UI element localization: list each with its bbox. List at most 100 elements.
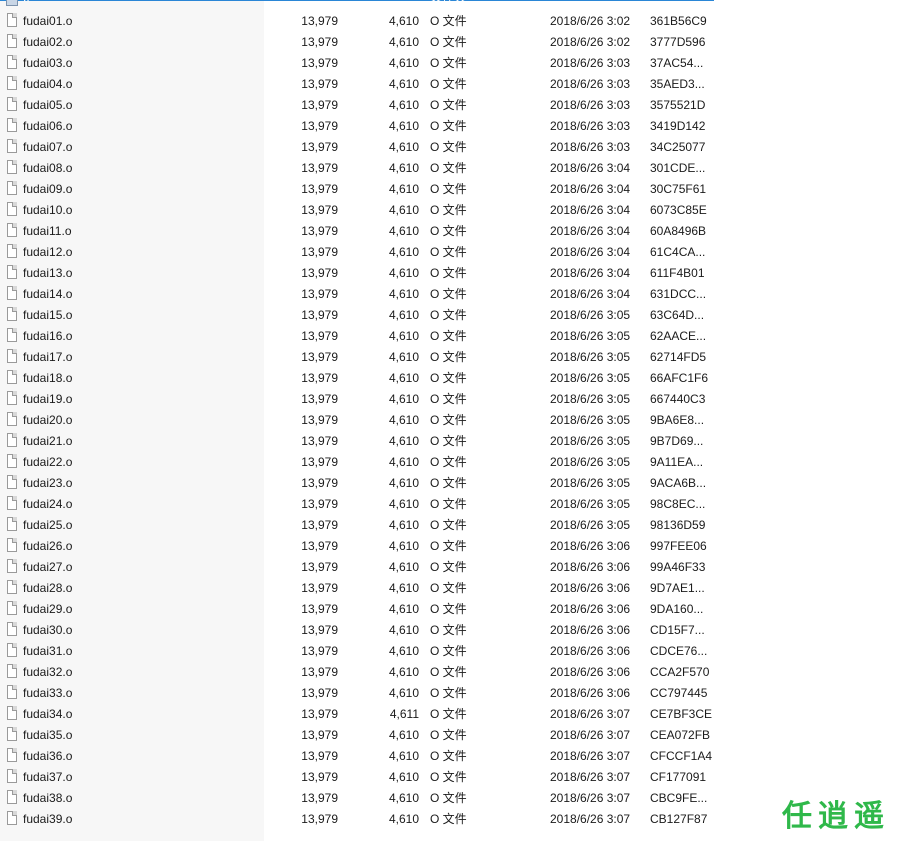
file-row[interactable]: fudai19.o 13,979 4,610 O 文件 2018/6/26 3:05 66…: [0, 389, 902, 410]
file-packed-size: 4,610: [388, 35, 419, 49]
file-row[interactable]: fudai09.o 13,979 4,610 O 文件 2018/6/26 3:04 30…: [0, 179, 902, 200]
file-row[interactable]: fudai31.o 13,979 4,610 O 文件 2018/6/26 3:06 CD…: [0, 641, 902, 662]
file-name: fudai29.o: [23, 602, 73, 616]
file-type: O 文件: [430, 140, 467, 154]
file-row[interactable]: fudai16.o 13,979 4,610 O 文件 2018/6/26 3:05 62…: [0, 326, 902, 347]
file-row[interactable]: fudai03.o 13,979 4,610 O 文件 2018/6/26 3:03 37…: [0, 53, 902, 74]
file-packed-size: 4,610: [388, 539, 419, 553]
file-packed-size: 4,610: [388, 476, 419, 490]
file-type: O 文件: [430, 602, 467, 616]
file-icon: [7, 328, 17, 342]
file-icon: [7, 412, 17, 426]
file-crc: 3575521D: [650, 98, 706, 112]
file-type: O 文件: [430, 98, 467, 112]
file-crc: 9A11EA...: [650, 455, 704, 469]
file-size: 13,979: [301, 119, 338, 133]
file-size: 13,979: [301, 770, 338, 784]
file-row[interactable]: fudai33.o 13,979 4,610 O 文件 2018/6/26 3:06 CC…: [0, 683, 902, 704]
file-name: fudai21.o: [23, 434, 73, 448]
file-row[interactable]: fudai39.o 13,979 4,610 O 文件 2018/6/26 3:07 CB…: [0, 809, 902, 830]
file-packed-size: 4,610: [388, 560, 419, 574]
file-size: 13,979: [301, 518, 338, 532]
file-name: fudai07.o: [23, 140, 73, 154]
file-crc: 9ACA6B...: [650, 476, 707, 490]
file-size: 13,979: [301, 14, 338, 28]
file-row[interactable]: fudai18.o 13,979 4,610 O 文件 2018/6/26 3:05 66…: [0, 368, 902, 389]
file-size: 13,979: [301, 644, 338, 658]
file-row[interactable]: fudai08.o 13,979 4,610 O 文件 2018/6/26 3:04 30…: [0, 158, 902, 179]
file-row[interactable]: fudai36.o 13,979 4,610 O 文件 2018/6/26 3:07 CF…: [0, 746, 902, 767]
file-size: 13,979: [301, 35, 338, 49]
file-icon: [7, 433, 17, 447]
file-row[interactable]: fudai26.o 13,979 4,610 O 文件 2018/6/26 3:06 99…: [0, 536, 902, 557]
file-icon: [7, 202, 17, 216]
file-row[interactable]: fudai13.o 13,979 4,610 O 文件 2018/6/26 3:04 61…: [0, 263, 902, 284]
file-row[interactable]: fudai21.o 13,979 4,610 O 文件 2018/6/26 3:05 9B…: [0, 431, 902, 452]
file-name: fudai36.o: [23, 749, 73, 763]
file-row[interactable]: fudai25.o 13,979 4,610 O 文件 2018/6/26 3:05 98…: [0, 515, 902, 536]
file-row[interactable]: fudai37.o 13,979 4,610 O 文件 2018/6/26 3:07 CF…: [0, 767, 902, 788]
file-size: 13,979: [301, 203, 338, 217]
file-row[interactable]: fudai20.o 13,979 4,610 O 文件 2018/6/26 3:05 9B…: [0, 410, 902, 431]
file-row[interactable]: fudai38.o 13,979 4,610 O 文件 2018/6/26 3:07 CB…: [0, 788, 902, 809]
file-name: fudai08.o: [23, 161, 73, 175]
file-row[interactable]: fudai28.o 13,979 4,610 O 文件 2018/6/26 3:06 9D…: [0, 578, 902, 599]
file-modified: 2018/6/26 3:03: [550, 98, 631, 112]
file-row[interactable]: fudai23.o 13,979 4,610 O 文件 2018/6/26 3:05 9A…: [0, 473, 902, 494]
file-list: .. 文件夹 fudai01.o 13,979 4,610 O 文件 2018/6/26…: [0, 0, 902, 841]
file-row[interactable]: fudai17.o 13,979 4,610 O 文件 2018/6/26 3:05 62…: [0, 347, 902, 368]
file-packed-size: 4,610: [388, 623, 419, 637]
file-type: O 文件: [430, 224, 467, 238]
file-name: fudai22.o: [23, 455, 73, 469]
file-row[interactable]: fudai15.o 13,979 4,610 O 文件 2018/6/26 3:05 63…: [0, 305, 902, 326]
file-row[interactable]: fudai06.o 13,979 4,610 O 文件 2018/6/26 3:03 34…: [0, 116, 902, 137]
file-packed-size: 4,610: [388, 329, 419, 343]
file-row[interactable]: fudai11.o 13,979 4,610 O 文件 2018/6/26 3:04 60…: [0, 221, 902, 242]
file-type: O 文件: [430, 56, 467, 70]
selection-highlight: [0, 0, 714, 1]
file-icon: [7, 475, 17, 489]
file-modified: 2018/6/26 3:06: [550, 539, 631, 553]
file-row[interactable]: fudai22.o 13,979 4,610 O 文件 2018/6/26 3:05 9A…: [0, 452, 902, 473]
file-icon: [7, 496, 17, 510]
file-name: fudai02.o: [23, 35, 73, 49]
file-modified: 2018/6/26 3:02: [550, 35, 631, 49]
file-row[interactable]: fudai34.o 13,979 4,611 O 文件 2018/6/26 3:07 CE…: [0, 704, 902, 725]
file-size: 13,979: [301, 266, 338, 280]
file-row[interactable]: fudai10.o 13,979 4,610 O 文件 2018/6/26 3:04 60…: [0, 200, 902, 221]
file-packed-size: 4,610: [388, 518, 419, 532]
file-packed-size: 4,610: [388, 140, 419, 154]
file-row[interactable]: fudai27.o 13,979 4,610 O 文件 2018/6/26 3:06 99…: [0, 557, 902, 578]
file-icon: [7, 601, 17, 615]
file-row[interactable]: fudai12.o 13,979 4,610 O 文件 2018/6/26 3:04 61…: [0, 242, 902, 263]
file-name: fudai12.o: [23, 245, 73, 259]
file-row[interactable]: fudai35.o 13,979 4,610 O 文件 2018/6/26 3:07 CE…: [0, 725, 902, 746]
file-icon: [7, 13, 17, 27]
file-packed-size: 4,610: [388, 413, 419, 427]
file-row[interactable]: fudai02.o 13,979 4,610 O 文件 2018/6/26 3:02 37…: [0, 32, 902, 53]
file-modified: 2018/6/26 3:06: [550, 602, 631, 616]
file-icon: [7, 811, 17, 825]
file-type: O 文件: [430, 707, 467, 721]
file-row[interactable]: fudai05.o 13,979 4,610 O 文件 2018/6/26 3:03 35…: [0, 95, 902, 116]
file-size: 13,979: [301, 287, 338, 301]
file-size: 13,979: [301, 581, 338, 595]
file-row[interactable]: fudai04.o 13,979 4,610 O 文件 2018/6/26 3:03 35…: [0, 74, 902, 95]
file-size: 13,979: [301, 224, 338, 238]
file-size: 13,979: [301, 392, 338, 406]
file-row[interactable]: fudai32.o 13,979 4,610 O 文件 2018/6/26 3:06 CC…: [0, 662, 902, 683]
file-row[interactable]: fudai01.o 13,979 4,610 O 文件 2018/6/26 3:02 36…: [0, 11, 902, 32]
file-row[interactable]: fudai29.o 13,979 4,610 O 文件 2018/6/26 3:06 9D…: [0, 599, 902, 620]
file-icon: [7, 349, 17, 363]
file-row[interactable]: fudai30.o 13,979 4,610 O 文件 2018/6/26 3:06 CD…: [0, 620, 902, 641]
file-row[interactable]: fudai24.o 13,979 4,610 O 文件 2018/6/26 3:05 98…: [0, 494, 902, 515]
file-crc: 3777D596: [650, 35, 706, 49]
file-row[interactable]: fudai14.o 13,979 4,610 O 文件 2018/6/26 3:04 63…: [0, 284, 902, 305]
file-crc: 37AC54...: [650, 56, 704, 70]
file-packed-size: 4,610: [388, 308, 419, 322]
file-size: 13,979: [301, 665, 338, 679]
file-crc: CDCE76...: [650, 644, 708, 658]
file-icon: [7, 769, 17, 783]
file-row[interactable]: fudai07.o 13,979 4,610 O 文件 2018/6/26 3:03 34…: [0, 137, 902, 158]
file-packed-size: 4,610: [388, 791, 419, 805]
